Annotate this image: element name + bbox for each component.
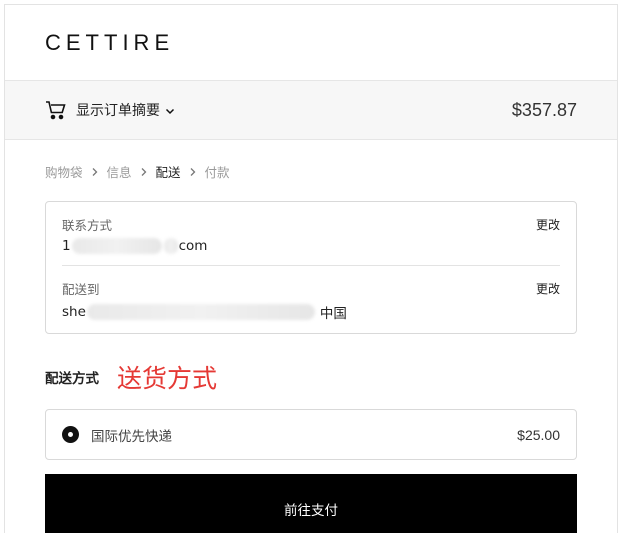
shipping-method-title: 配送方式 — [45, 371, 99, 387]
redacted-text — [86, 304, 315, 320]
continue-to-payment-button[interactable]: 前往支付 — [45, 474, 577, 533]
breadcrumb-shipping: 配送 — [155, 165, 181, 180]
ship-to-value-prefix: she — [62, 304, 86, 320]
ship-to-value-suffix: 中国 — [319, 306, 347, 322]
order-summary-label: 显示订单摘要 — [76, 103, 160, 119]
review-info-box: 联系方式 1 c om 更改 配送到 she 中国 更改 — [45, 201, 577, 334]
breadcrumb-payment: 付款 — [204, 165, 230, 180]
order-summary-toggle[interactable]: 显示订单摘要 — [45, 100, 175, 120]
redacted-text — [163, 238, 178, 254]
chevron-right-icon — [189, 167, 197, 177]
shipping-option-left: 国际优先快递 — [62, 425, 172, 445]
checkout-page: CETTIRE 显示订单摘要 $357.87 购物袋 信息 配送 付款 联系方式… — [4, 4, 618, 533]
change-ship-to-link[interactable]: 更改 — [536, 280, 560, 322]
shipping-option[interactable]: 国际优先快递 $25.00 — [45, 409, 577, 460]
order-total: $357.87 — [511, 99, 577, 120]
breadcrumb-information[interactable]: 信息 — [107, 162, 132, 181]
contact-value: 1 c om — [62, 238, 207, 254]
redacted-text — [71, 238, 162, 254]
shipping-option-name: 国际优先快递 — [91, 428, 172, 445]
brand-logo[interactable]: CETTIRE — [45, 30, 174, 56]
contact-label: 联系方式 — [62, 218, 113, 233]
chevron-down-icon — [165, 106, 175, 116]
chevron-right-icon — [140, 167, 148, 177]
shipping-method-heading-row: 配送方式 送货方式 — [5, 359, 617, 395]
red-annotation: 送货方式 — [117, 364, 218, 393]
site-header: CETTIRE — [5, 5, 617, 81]
change-contact-link[interactable]: 更改 — [536, 216, 560, 254]
breadcrumb: 购物袋 信息 配送 付款 — [5, 162, 617, 181]
contact-value-suffix: om — [186, 238, 208, 254]
contact-row: 联系方式 1 c om 更改 — [62, 202, 560, 265]
order-summary-bar: 显示订单摘要 $357.87 — [5, 81, 617, 140]
contact-value-prefix: 1 — [62, 238, 71, 254]
breadcrumb-cart[interactable]: 购物袋 — [45, 162, 83, 181]
chevron-right-icon — [91, 167, 99, 177]
contact-value-mid: c — [178, 238, 187, 254]
radio-selected-icon[interactable] — [62, 426, 79, 443]
ship-to-label: 配送到 — [62, 282, 100, 297]
cart-icon — [45, 100, 67, 120]
shipping-option-price: $25.00 — [517, 426, 560, 443]
ship-to-value: she 中国 — [62, 302, 347, 322]
ship-to-row: 配送到 she 中国 更改 — [62, 265, 560, 333]
